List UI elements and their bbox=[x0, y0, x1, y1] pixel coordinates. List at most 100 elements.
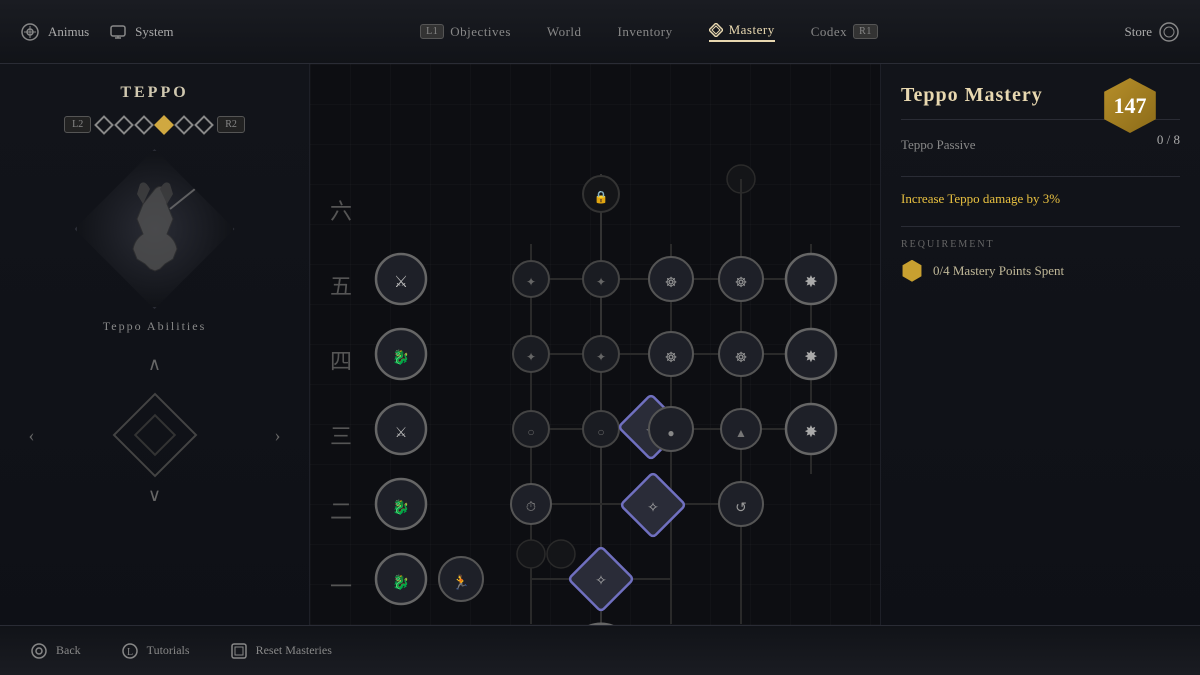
system-menu[interactable]: System bbox=[109, 23, 173, 41]
svg-text:⚔: ⚔ bbox=[394, 274, 408, 291]
progress-divider bbox=[901, 176, 1180, 177]
animus-icon bbox=[20, 22, 40, 42]
arrow-left[interactable]: ‹ bbox=[29, 425, 35, 446]
progress-value: 0 / 8 bbox=[1157, 132, 1180, 148]
svg-text:✧: ✧ bbox=[595, 574, 607, 589]
nav-right-section: Store bbox=[1125, 21, 1180, 43]
store-icon bbox=[1158, 21, 1180, 43]
character-portrait bbox=[75, 149, 235, 309]
arrow-up[interactable]: ∧ bbox=[148, 354, 161, 375]
row1-label: 一 bbox=[330, 574, 352, 599]
world-label: World bbox=[547, 24, 582, 40]
nav-mastery[interactable]: Mastery bbox=[709, 22, 775, 42]
nav-codex[interactable]: Codex R1 bbox=[811, 24, 878, 40]
mastery-nav-icon bbox=[709, 23, 723, 37]
r2-badge: R2 bbox=[217, 116, 245, 133]
reset-label: Reset Masteries bbox=[256, 643, 332, 658]
arrow-down[interactable]: ∨ bbox=[148, 485, 161, 506]
svg-text:☸: ☸ bbox=[665, 351, 678, 366]
svg-text:✦: ✦ bbox=[526, 275, 536, 289]
svg-text:✸: ✸ bbox=[804, 274, 817, 291]
skill-tree-svg: 六 五 四 三 二 一 習得 🔒 bbox=[310, 64, 880, 675]
back-icon bbox=[30, 642, 48, 660]
diamond-nav bbox=[105, 385, 205, 485]
character-silhouette bbox=[95, 169, 215, 289]
objectives-label: Objectives bbox=[450, 24, 511, 40]
dot-3 bbox=[134, 115, 154, 135]
req-divider bbox=[901, 226, 1180, 227]
nav-arrows-up: ∧ bbox=[148, 354, 161, 375]
reset-button[interactable]: Reset Masteries bbox=[230, 642, 332, 660]
reset-icon bbox=[230, 642, 248, 660]
animus-label: Animus bbox=[48, 24, 89, 40]
nav-arrows-down: ∨ bbox=[148, 485, 161, 506]
mastery-label: Mastery bbox=[729, 22, 775, 38]
right-panel: Teppo Mastery Teppo Passive 0 / 8 Increa… bbox=[880, 64, 1200, 675]
skill-highlight: 3% bbox=[1043, 191, 1060, 206]
row1-dot-2 bbox=[547, 540, 575, 568]
l2-badge: L2 bbox=[64, 116, 91, 133]
skill-description: Increase Teppo damage by 3% bbox=[901, 189, 1180, 210]
codex-badge: R1 bbox=[853, 24, 878, 39]
skill-desc-text: Increase Teppo damage by bbox=[901, 191, 1040, 206]
left-panel: TEPPO L2 R2 Teppo Abilities ∧ ‹ › bbox=[0, 64, 310, 675]
nav-inventory[interactable]: Inventory bbox=[618, 24, 673, 40]
skill-tree-area: 六 五 四 三 二 一 習得 🔒 bbox=[310, 64, 880, 675]
svg-text:🏃: 🏃 bbox=[452, 574, 469, 591]
animus-menu[interactable]: Animus bbox=[20, 22, 89, 42]
dot-5 bbox=[174, 115, 194, 135]
nav-left-section: Animus System bbox=[20, 22, 173, 42]
svg-text:⏱: ⏱ bbox=[526, 499, 536, 514]
row6-label: 六 bbox=[330, 199, 352, 224]
arrow-right[interactable]: › bbox=[275, 425, 281, 446]
nav-world[interactable]: World bbox=[547, 24, 582, 40]
requirement-label: REQUIREMENT bbox=[901, 239, 1180, 250]
diamond-inner bbox=[133, 414, 175, 456]
svg-text:🐉: 🐉 bbox=[392, 499, 409, 516]
dot-2 bbox=[114, 115, 134, 135]
svg-text:🐉: 🐉 bbox=[392, 574, 409, 591]
dot-4-filled bbox=[154, 115, 174, 135]
svg-text:L: L bbox=[127, 647, 133, 658]
svg-text:☸: ☸ bbox=[665, 276, 678, 291]
row4-label: 四 bbox=[330, 349, 352, 374]
row2-label: 二 bbox=[330, 499, 352, 524]
svg-text:🔒: 🔒 bbox=[594, 190, 609, 204]
req-text: 0/4 Mastery Points Spent bbox=[933, 263, 1064, 279]
svg-text:○: ○ bbox=[527, 425, 534, 439]
svg-text:✦: ✦ bbox=[596, 350, 606, 364]
nav-center-section: L1 Objectives World Inventory Mastery Co… bbox=[173, 22, 1124, 42]
tutorials-icon: L bbox=[121, 642, 139, 660]
bottom-bar: Back L Tutorials Reset Masteries bbox=[0, 625, 1200, 675]
mastery-dots: L2 R2 bbox=[64, 116, 245, 133]
svg-text:✧: ✧ bbox=[647, 501, 659, 516]
requirement-item: 0/4 Mastery Points Spent bbox=[901, 260, 1180, 282]
req-hex-icon bbox=[901, 260, 923, 282]
svg-text:☸: ☸ bbox=[735, 351, 748, 366]
nav-objectives[interactable]: L1 Objectives bbox=[420, 24, 511, 40]
objectives-badge: L1 bbox=[420, 24, 444, 39]
svg-text:●: ● bbox=[667, 426, 674, 440]
tutorials-label: Tutorials bbox=[147, 643, 190, 658]
svg-text:✦: ✦ bbox=[596, 275, 606, 289]
tutorials-button[interactable]: L Tutorials bbox=[121, 642, 190, 660]
character-name: TEPPO bbox=[120, 84, 188, 102]
svg-text:🐉: 🐉 bbox=[392, 349, 409, 366]
back-button[interactable]: Back bbox=[30, 642, 81, 660]
svg-text:☸: ☸ bbox=[735, 276, 748, 291]
side-arrows: ‹ › bbox=[29, 385, 281, 485]
svg-text:⚔: ⚔ bbox=[395, 426, 408, 441]
system-label: System bbox=[135, 24, 173, 40]
char-abilities-label: Teppo Abilities bbox=[103, 319, 207, 334]
system-icon bbox=[109, 23, 127, 41]
progress-row: Teppo Passive 0 / 8 bbox=[901, 132, 1180, 164]
dot-1 bbox=[94, 115, 114, 135]
codex-label: Codex bbox=[811, 24, 847, 40]
inventory-label: Inventory bbox=[618, 24, 673, 40]
passive-label: Teppo Passive bbox=[901, 137, 976, 153]
store-button[interactable]: Store bbox=[1125, 21, 1180, 43]
svg-text:○: ○ bbox=[597, 425, 604, 439]
row1-dot-1 bbox=[517, 540, 545, 568]
top-navigation: Animus System L1 Objectives World Invent… bbox=[0, 0, 1200, 64]
svg-text:▲: ▲ bbox=[735, 426, 747, 440]
